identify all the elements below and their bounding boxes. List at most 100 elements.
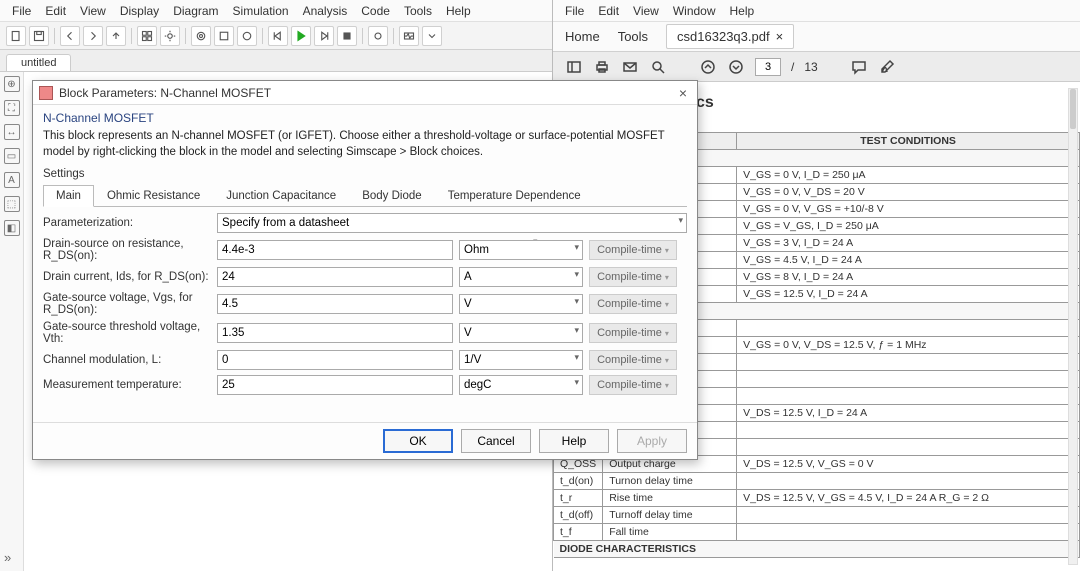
compile-time-dropdown[interactable]: Compile-time: [589, 294, 677, 314]
page-down-icon[interactable]: [727, 58, 745, 76]
menu-help[interactable]: Help: [440, 3, 477, 19]
r-menu-help[interactable]: Help: [724, 3, 761, 19]
palette-fit-icon[interactable]: ⛶: [4, 100, 20, 116]
search-icon[interactable]: [649, 58, 667, 76]
page-number-input[interactable]: [755, 58, 781, 76]
print-icon[interactable]: [593, 58, 611, 76]
menu-tools[interactable]: Tools: [398, 3, 438, 19]
ok-button[interactable]: OK: [383, 429, 453, 453]
comment-icon[interactable]: [850, 58, 868, 76]
parameterization-dropdown[interactable]: [217, 213, 687, 233]
scrollbar-thumb[interactable]: [1070, 89, 1076, 129]
table-param: Turnoff delay time: [603, 507, 737, 524]
up-icon[interactable]: [106, 26, 126, 46]
step-forward-icon[interactable]: [314, 26, 334, 46]
chevron-down-icon[interactable]: [422, 26, 442, 46]
table-cond: [737, 439, 1080, 456]
close-tab-icon[interactable]: ×: [776, 29, 784, 44]
compile-time-dropdown[interactable]: Compile-time: [589, 240, 677, 260]
param-unit-dropdown[interactable]: [459, 323, 583, 343]
tab-temperature[interactable]: Temperature Dependence: [435, 185, 594, 207]
compile-time-dropdown[interactable]: Compile-time: [589, 323, 677, 343]
table-param: Fall time: [603, 524, 737, 541]
compile-time-dropdown[interactable]: Compile-time: [589, 267, 677, 287]
palette-tool4-icon[interactable]: ◧: [4, 220, 20, 236]
menu-view[interactable]: View: [74, 3, 112, 19]
param-unit-dropdown[interactable]: [459, 375, 583, 395]
param-value-input[interactable]: [217, 350, 453, 370]
tool-a-icon[interactable]: [214, 26, 234, 46]
compile-time-dropdown[interactable]: Compile-time: [589, 375, 677, 395]
menu-code[interactable]: Code: [355, 3, 396, 19]
table-cond: V_GS = V_GS, I_D = 250 μA: [737, 218, 1080, 235]
table-cond: V_GS = 0 V, I_D = 250 μA: [737, 167, 1080, 184]
palette-tool1-icon[interactable]: ▭: [4, 148, 20, 164]
model-tab[interactable]: untitled: [6, 54, 71, 71]
palette-arrows-icon[interactable]: ↔: [4, 124, 20, 140]
forward-icon[interactable]: [83, 26, 103, 46]
param-value-input[interactable]: [217, 323, 453, 343]
block-heading: N-Channel MOSFET: [43, 111, 687, 125]
back-icon[interactable]: [60, 26, 80, 46]
menu-simulation[interactable]: Simulation: [227, 3, 295, 19]
pdf-scrollbar[interactable]: [1068, 88, 1078, 565]
file-tab-label: csd16323q3.pdf: [677, 29, 770, 44]
target-icon[interactable]: [191, 26, 211, 46]
help-button[interactable]: Help: [539, 429, 609, 453]
tab-file[interactable]: csd16323q3.pdf ×: [666, 24, 794, 49]
left-tabbar: untitled: [0, 50, 552, 72]
tab-junction[interactable]: Junction Capacitance: [213, 185, 349, 207]
tool-b-icon[interactable]: [237, 26, 257, 46]
param-unit-dropdown[interactable]: [459, 267, 583, 287]
dialog-titlebar[interactable]: Block Parameters: N-Channel MOSFET ×: [33, 81, 697, 105]
r-menu-window[interactable]: Window: [667, 3, 722, 19]
run-icon[interactable]: [291, 26, 311, 46]
apply-button[interactable]: Apply: [617, 429, 687, 453]
tab-main[interactable]: Main: [43, 185, 94, 207]
record-icon[interactable]: [368, 26, 388, 46]
sign-icon[interactable]: [878, 58, 896, 76]
param-value-input[interactable]: [217, 240, 453, 260]
save-icon[interactable]: [29, 26, 49, 46]
palette-tool3-icon[interactable]: ⬚: [4, 196, 20, 212]
tab-tools[interactable]: Tools: [618, 29, 648, 44]
table-cond: [737, 473, 1080, 490]
palette-zoom-icon[interactable]: ⊕: [4, 76, 20, 92]
menu-edit[interactable]: Edit: [39, 3, 72, 19]
param-unit-dropdown[interactable]: [459, 294, 583, 314]
scope-icon[interactable]: [399, 26, 419, 46]
param-value-input[interactable]: [217, 375, 453, 395]
r-menu-file[interactable]: File: [559, 3, 590, 19]
r-menu-view[interactable]: View: [627, 3, 665, 19]
tab-home[interactable]: Home: [565, 29, 600, 44]
menu-file[interactable]: File: [6, 3, 37, 19]
library-icon[interactable]: [137, 26, 157, 46]
step-back-icon[interactable]: [268, 26, 288, 46]
param-unit-dropdown[interactable]: [459, 350, 583, 370]
compile-time-dropdown[interactable]: Compile-time: [589, 350, 677, 370]
cancel-button[interactable]: Cancel: [461, 429, 531, 453]
palette-tool2-icon[interactable]: A: [4, 172, 20, 188]
sidebar-toggle-icon[interactable]: [565, 58, 583, 76]
new-icon[interactable]: [6, 26, 26, 46]
config-icon[interactable]: [160, 26, 180, 46]
close-icon[interactable]: ×: [675, 85, 691, 101]
param-unit-dropdown[interactable]: [459, 240, 583, 260]
menu-analysis[interactable]: Analysis: [297, 3, 354, 19]
expand-chevron-icon[interactable]: »: [4, 550, 11, 565]
stop-icon[interactable]: [337, 26, 357, 46]
menu-diagram[interactable]: Diagram: [167, 3, 224, 19]
tab-ohmic[interactable]: Ohmic Resistance: [94, 185, 213, 207]
table-cond: V_GS = 0 V, V_GS = +10/-8 V: [737, 201, 1080, 218]
dialog-icon: [39, 86, 53, 100]
page-up-icon[interactable]: [699, 58, 717, 76]
tab-body-diode[interactable]: Body Diode: [349, 185, 434, 207]
param-value-input[interactable]: [217, 267, 453, 287]
right-tabstrip: Home Tools csd16323q3.pdf ×: [553, 22, 1080, 52]
parameterization-label: Parameterization:: [43, 217, 217, 229]
param-value-input[interactable]: [217, 294, 453, 314]
menu-display[interactable]: Display: [114, 3, 165, 19]
email-icon[interactable]: [621, 58, 639, 76]
r-menu-edit[interactable]: Edit: [592, 3, 625, 19]
table-cond: [737, 507, 1080, 524]
